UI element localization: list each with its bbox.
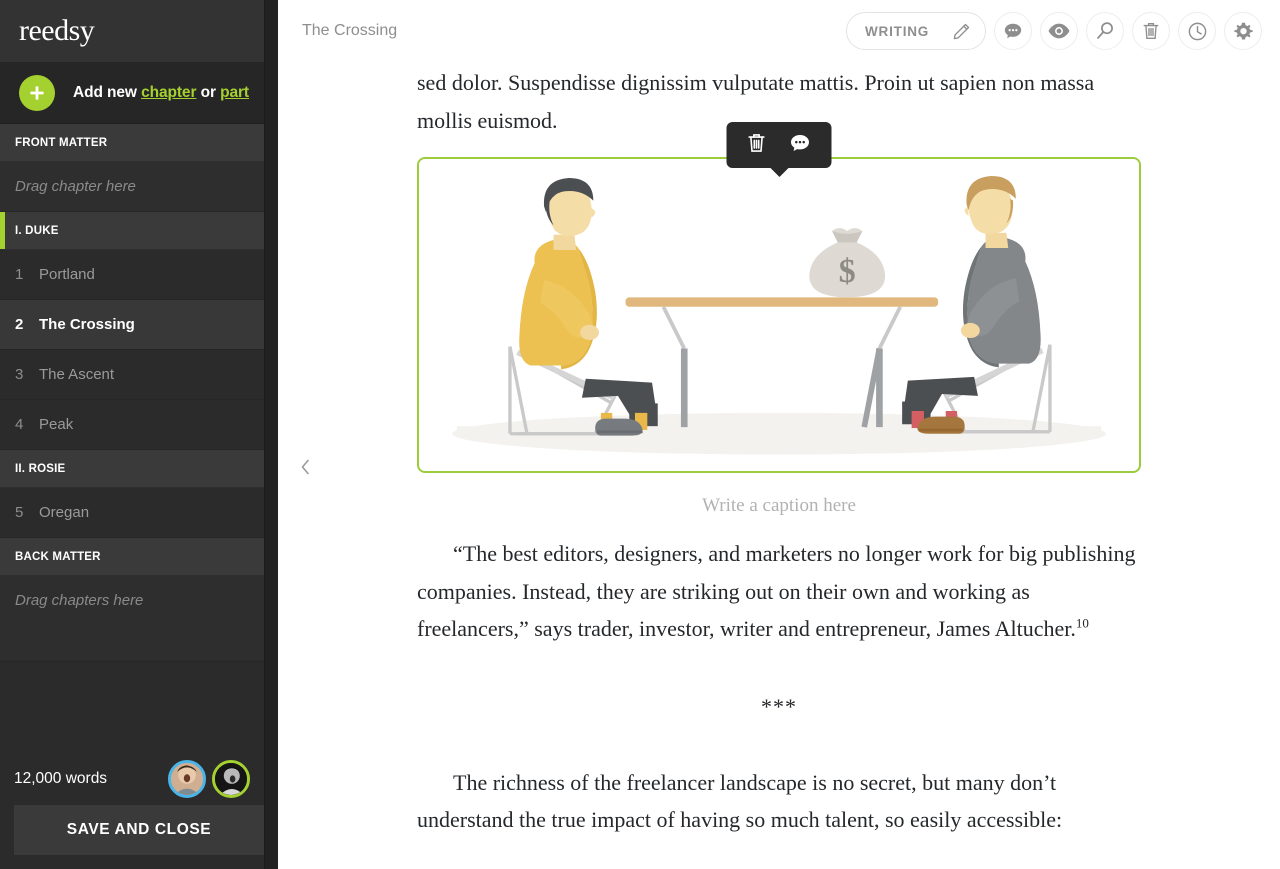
chapter-title: Portland bbox=[39, 266, 95, 283]
word-count-row: 12,000 words bbox=[14, 753, 264, 805]
chapter-title: Peak bbox=[39, 416, 74, 433]
image-delete-button[interactable] bbox=[747, 132, 767, 159]
image-frame[interactable]: $ bbox=[417, 157, 1141, 473]
page-title: The Crossing bbox=[302, 22, 398, 39]
sidebar-item-chapter-the-crossing[interactable]: 2 The Crossing bbox=[0, 300, 278, 350]
footnote-marker[interactable]: 10 bbox=[1076, 616, 1089, 631]
magnifier-icon bbox=[1095, 21, 1115, 41]
image-block[interactable]: $ bbox=[417, 122, 1141, 473]
settings-button[interactable] bbox=[1224, 12, 1262, 50]
comment-bubble-icon bbox=[1003, 21, 1023, 41]
chapter-number: 2 bbox=[15, 316, 24, 333]
quote-text: “The best editors, designers, and market… bbox=[417, 541, 1136, 641]
sidebar-scrollbar[interactable] bbox=[264, 0, 278, 869]
search-button[interactable] bbox=[1086, 12, 1124, 50]
section-label: FRONT MATTER bbox=[15, 136, 108, 149]
chapter-title: The Ascent bbox=[39, 366, 115, 383]
section-header-part-rosie[interactable]: II. ROSIE bbox=[0, 450, 278, 488]
history-button[interactable] bbox=[1178, 12, 1216, 50]
comments-button[interactable] bbox=[994, 12, 1032, 50]
logo-bar: reedsy bbox=[0, 0, 278, 62]
chapter-number: 3 bbox=[15, 366, 24, 383]
eye-icon bbox=[1048, 21, 1070, 41]
add-new-middle: or bbox=[196, 83, 221, 101]
section-label: BACK MATTER bbox=[15, 550, 101, 563]
sidebar: reedsy Add new chapter or part FRONT MAT… bbox=[0, 0, 278, 869]
comment-bubble-icon bbox=[789, 132, 812, 159]
add-new-prefix: Add new bbox=[73, 83, 142, 101]
scene-break: *** bbox=[761, 693, 797, 719]
collaborator-avatar-2[interactable] bbox=[212, 760, 250, 798]
dropzone-label: Drag chapter here bbox=[15, 178, 136, 195]
section-header-front-matter: FRONT MATTER bbox=[0, 124, 278, 162]
svg-text:$: $ bbox=[839, 253, 856, 290]
add-new-label: Add new chapter or part bbox=[73, 84, 249, 102]
sidebar-filler bbox=[0, 662, 278, 753]
section-header-part-duke[interactable]: I. DUKE bbox=[0, 212, 278, 250]
add-part-link[interactable]: part bbox=[220, 84, 249, 101]
image-floating-toolbar bbox=[726, 122, 832, 168]
delete-button[interactable] bbox=[1132, 12, 1170, 50]
chapter-number: 1 bbox=[15, 266, 24, 283]
editor-toolbar: The Crossing WRITING bbox=[278, 0, 1280, 62]
sidebar-item-chapter-the-ascent[interactable]: 3 The Ascent bbox=[0, 350, 278, 400]
save-and-close-button[interactable]: SAVE AND CLOSE bbox=[14, 805, 264, 855]
collaborator-avatar-1[interactable] bbox=[168, 760, 206, 798]
sidebar-item-chapter-portland[interactable]: 1 Portland bbox=[0, 250, 278, 300]
toolbar-buttons: WRITING bbox=[846, 12, 1262, 50]
trash-icon bbox=[1142, 21, 1160, 41]
section-label: I. DUKE bbox=[15, 224, 59, 237]
section-label: II. ROSIE bbox=[15, 462, 66, 475]
plus-icon[interactable] bbox=[19, 74, 55, 111]
quote-paragraph[interactable]: “The best editors, designers, and market… bbox=[417, 535, 1141, 648]
sidebar-footer: 12,000 words SAVE AND CLOSE bbox=[0, 753, 278, 869]
illustration-negotiation: $ bbox=[419, 159, 1139, 455]
clock-icon bbox=[1187, 21, 1208, 42]
trash-icon bbox=[747, 132, 767, 159]
paragraph-bottom[interactable]: The richness of the freelancer landscape… bbox=[417, 764, 1141, 839]
gear-icon bbox=[1233, 21, 1254, 42]
dropzone-label: Drag chapters here bbox=[15, 592, 144, 609]
collaborator-avatars bbox=[168, 760, 250, 798]
document-scroll-area[interactable]: sed dolor. Suspendisse dignissim vulputa… bbox=[278, 62, 1280, 869]
main-editor-area: The Crossing WRITING sed dolor. Suspendi… bbox=[278, 0, 1280, 869]
dropzone-front-matter[interactable]: Drag chapter here bbox=[0, 162, 278, 212]
reedsy-book-editor: reedsy Add new chapter or part FRONT MAT… bbox=[0, 0, 1280, 869]
chapter-title: Oregan bbox=[39, 504, 90, 521]
chapter-number: 4 bbox=[15, 416, 24, 433]
preview-button[interactable] bbox=[1040, 12, 1078, 50]
pencil-icon bbox=[952, 22, 971, 41]
reedsy-logo: reedsy bbox=[19, 14, 95, 47]
sidebar-item-chapter-oregan[interactable]: 5 Oregan bbox=[0, 488, 278, 538]
section-header-back-matter: BACK MATTER bbox=[0, 538, 278, 576]
sidebar-item-chapter-peak[interactable]: 4 Peak bbox=[0, 400, 278, 450]
chapter-number: 5 bbox=[15, 504, 24, 521]
add-chapter-link[interactable]: chapter bbox=[141, 84, 196, 101]
image-caption-placeholder[interactable]: Write a caption here bbox=[417, 495, 1141, 517]
mode-writing-button[interactable]: WRITING bbox=[846, 12, 986, 50]
add-new-bar[interactable]: Add new chapter or part bbox=[0, 62, 278, 124]
chapter-title: The Crossing bbox=[39, 316, 135, 333]
word-count: 12,000 words bbox=[14, 770, 108, 787]
image-comment-button[interactable] bbox=[789, 132, 812, 159]
document-body[interactable]: sed dolor. Suspendisse dignissim vulputa… bbox=[417, 62, 1141, 839]
dropzone-back-matter[interactable]: Drag chapters here bbox=[0, 576, 278, 662]
mode-label: WRITING bbox=[865, 23, 930, 39]
